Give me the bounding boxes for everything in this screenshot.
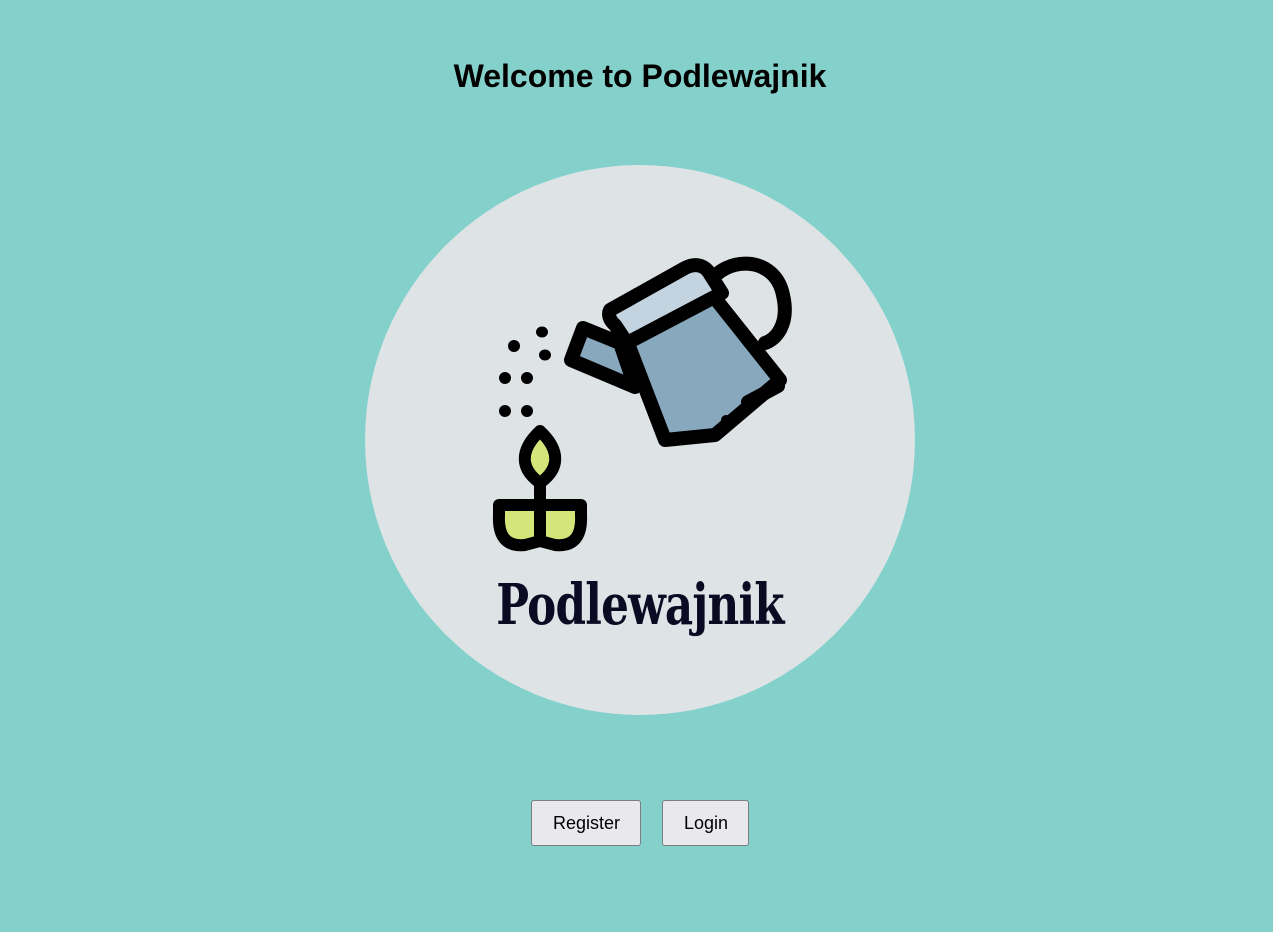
watering-can-icon bbox=[564, 256, 792, 447]
logo-wordmark: Podlewajnik bbox=[496, 572, 784, 638]
welcome-page: Welcome to Podlewajnik Podlewajnik Regis… bbox=[0, 0, 1273, 932]
login-button[interactable]: Login bbox=[662, 800, 749, 846]
register-button[interactable]: Register bbox=[531, 800, 641, 846]
app-logo: Podlewajnik bbox=[365, 165, 915, 715]
sprout-icon bbox=[492, 425, 588, 552]
water-drops-icon bbox=[499, 326, 551, 417]
page-title: Welcome to Podlewajnik bbox=[453, 58, 827, 94]
auth-buttons: Register Login bbox=[531, 800, 749, 846]
